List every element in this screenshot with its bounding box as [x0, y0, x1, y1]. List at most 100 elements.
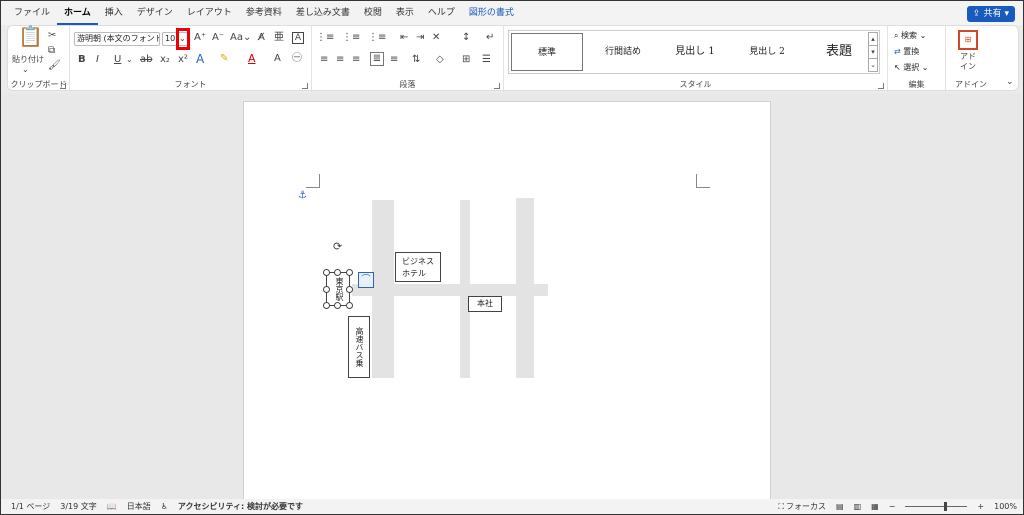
tab-shape-format[interactable]: 図形の書式: [462, 1, 521, 25]
proofing-icon[interactable]: 📖: [107, 502, 117, 511]
tab-design[interactable]: デザイン: [130, 1, 180, 25]
align-right-icon[interactable]: ≡: [352, 54, 360, 66]
tab-review[interactable]: 校閲: [357, 1, 389, 25]
resize-handle-se[interactable]: [346, 302, 353, 309]
resize-handle-sw[interactable]: [323, 302, 330, 309]
chevron-down-icon[interactable]: ⌄: [126, 54, 133, 66]
cut-icon[interactable]: ✂: [48, 30, 56, 42]
styles-launcher-icon[interactable]: [878, 83, 884, 89]
line-spacing-icon[interactable]: ✕: [432, 32, 440, 44]
text-effects-icon[interactable]: A: [196, 53, 204, 65]
page-count[interactable]: 1/1 ページ: [11, 501, 50, 512]
accessibility-status[interactable]: アクセシビリティ: 検討が必要です: [178, 501, 303, 512]
share-button[interactable]: ⇪ 共有 ▾: [966, 6, 1015, 22]
chevron-down-icon[interactable]: ⌄: [179, 33, 186, 45]
more-styles-icon[interactable]: ⌄: [868, 58, 878, 72]
font-launcher-icon[interactable]: [302, 83, 308, 89]
zoom-in-icon[interactable]: +: [977, 502, 984, 511]
tab-layout[interactable]: レイアウト: [180, 1, 239, 25]
shading-icon[interactable]: ◇: [436, 54, 444, 66]
font-color-icon[interactable]: A: [248, 53, 256, 65]
paragraph-launcher-icon[interactable]: [494, 83, 500, 89]
character-shading-icon[interactable]: A: [274, 53, 281, 65]
zoom-out-icon[interactable]: −: [889, 502, 896, 511]
scroll-down-icon[interactable]: ▾: [868, 45, 878, 59]
zoom-level[interactable]: 100%: [994, 502, 1017, 511]
addin-button-label[interactable]: アド イン: [952, 52, 984, 72]
strikethrough-icon[interactable]: ab: [140, 54, 152, 66]
search-button[interactable]: ⌕ 検索 ⌄: [894, 30, 926, 41]
align-center-icon[interactable]: ≡: [336, 54, 344, 66]
document-page[interactable]: ⚓ ビジネス ホテル 本社 ⟳ 東京駅 ⌒ 高速バス乗: [243, 101, 771, 501]
style-heading-1[interactable]: 見出し 1: [659, 33, 731, 71]
resize-handle-e[interactable]: [346, 286, 353, 293]
head-office-label[interactable]: 本社: [468, 296, 502, 312]
bullets-icon[interactable]: ⋮≡: [316, 32, 334, 44]
enclosed-character-icon[interactable]: ㊀: [292, 53, 302, 65]
collapse-ribbon-icon[interactable]: ⌄: [1006, 76, 1014, 88]
print-layout-icon[interactable]: ▥: [854, 502, 862, 511]
style-no-spacing[interactable]: 行間詰め: [587, 33, 659, 71]
web-layout-icon[interactable]: ▦: [871, 502, 879, 511]
grow-font-icon[interactable]: A⁺: [194, 32, 206, 44]
text-direction-icon[interactable]: ⇅: [412, 54, 420, 66]
replace-button[interactable]: ⇄ 置換: [894, 46, 919, 57]
tab-references[interactable]: 参考資料: [239, 1, 289, 25]
layout-options-icon[interactable]: ⌒: [358, 272, 374, 288]
borders-icon[interactable]: ⊞: [462, 54, 470, 66]
bus-stop-textbox[interactable]: 高速バス乗: [348, 316, 370, 378]
paste-icon[interactable]: 📋: [18, 26, 43, 46]
resize-handle-w[interactable]: [323, 286, 330, 293]
subscript-icon[interactable]: x₂: [160, 54, 170, 66]
clear-formatting-icon[interactable]: A̸: [258, 32, 265, 44]
tab-view[interactable]: 表示: [389, 1, 421, 25]
enclose-characters-icon[interactable]: A: [292, 32, 304, 44]
align-left-icon[interactable]: ≡: [320, 54, 328, 66]
font-name-combo[interactable]: 游明朝 (本文のフォント: [74, 32, 160, 46]
resize-handle-n[interactable]: [334, 269, 341, 276]
phonetic-guide-icon[interactable]: 亜: [274, 32, 284, 44]
tab-home[interactable]: ホーム: [57, 1, 98, 25]
highlight-color-icon[interactable]: ✎: [220, 53, 228, 65]
distributed-icon[interactable]: ≡: [390, 54, 398, 66]
style-heading-2[interactable]: 見出し 2: [731, 33, 803, 71]
superscript-icon[interactable]: x²: [178, 54, 188, 66]
chevron-down-icon[interactable]: ⌄: [22, 64, 29, 76]
show-marks-icon[interactable]: ↵: [486, 32, 494, 44]
clipboard-launcher-icon[interactable]: [60, 83, 66, 89]
bold-icon[interactable]: B: [78, 54, 86, 66]
sort-icon[interactable]: ↕: [462, 32, 470, 44]
resize-handle-ne[interactable]: [346, 269, 353, 276]
asian-layout-icon[interactable]: ☰: [482, 54, 491, 66]
tab-insert[interactable]: 挿入: [98, 1, 130, 25]
scroll-up-icon[interactable]: ▴: [868, 32, 878, 46]
resize-handle-nw[interactable]: [323, 269, 330, 276]
format-painter-icon[interactable]: 🖌: [48, 60, 61, 72]
select-button[interactable]: ↖ 選択 ⌄: [894, 62, 929, 73]
copy-icon[interactable]: ⧉: [48, 45, 55, 57]
rotate-handle-icon[interactable]: ⟳: [333, 241, 342, 253]
underline-icon[interactable]: U: [114, 54, 121, 66]
change-case-icon[interactable]: Aa⌄: [230, 32, 251, 44]
tab-help[interactable]: ヘルプ: [421, 1, 462, 25]
italic-icon[interactable]: I: [96, 54, 99, 66]
zoom-slider[interactable]: [905, 502, 968, 511]
word-count[interactable]: 3/19 文字: [60, 501, 97, 512]
numbering-icon[interactable]: ⋮≡: [342, 32, 360, 44]
decrease-indent-icon[interactable]: ⇤: [400, 32, 408, 44]
shrink-font-icon[interactable]: A⁻: [212, 32, 224, 44]
read-mode-icon[interactable]: ▤: [836, 502, 844, 511]
justify-icon[interactable]: ≣: [370, 52, 384, 66]
addin-icon[interactable]: ⊞: [958, 30, 978, 50]
focus-button[interactable]: フォーカス: [786, 501, 826, 512]
zoom-slider-thumb[interactable]: [944, 502, 948, 511]
resize-handle-s[interactable]: [334, 302, 341, 309]
multilevel-list-icon[interactable]: ⋮≡: [368, 32, 386, 44]
language[interactable]: 日本語: [127, 501, 151, 512]
tab-mailings[interactable]: 差し込み文書: [289, 1, 357, 25]
business-hotel-label[interactable]: ビジネス ホテル: [395, 252, 441, 282]
style-title[interactable]: 表題: [803, 33, 875, 71]
tab-file[interactable]: ファイル: [7, 1, 57, 25]
increase-indent-icon[interactable]: ⇥: [416, 32, 424, 44]
style-normal[interactable]: 標準: [511, 33, 583, 71]
